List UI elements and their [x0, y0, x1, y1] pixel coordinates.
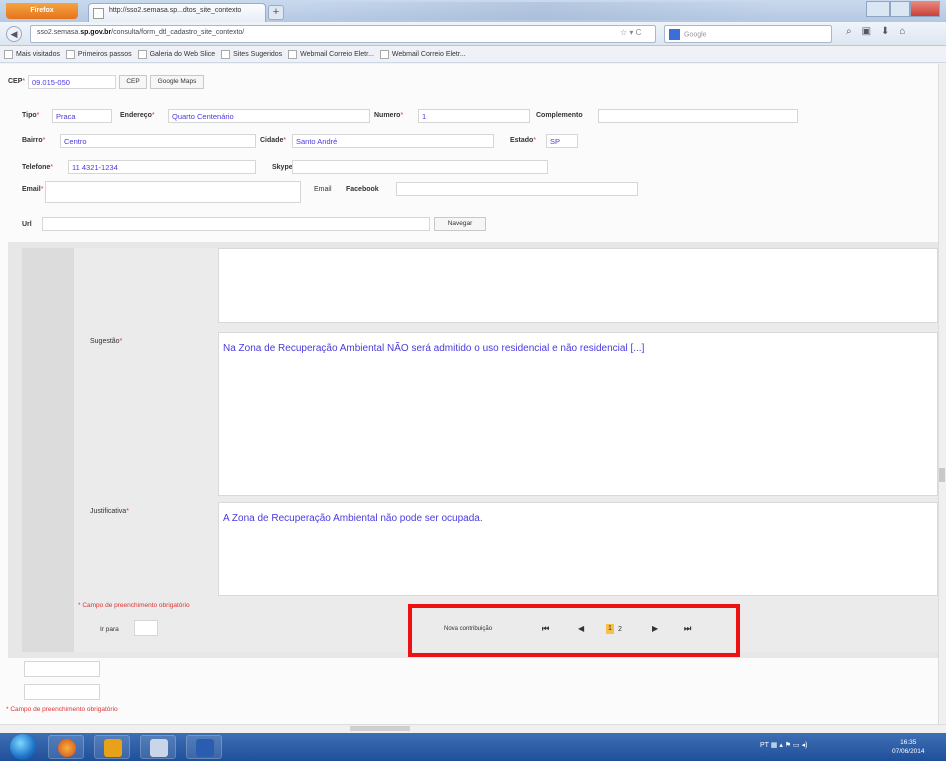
cep-label: CEP*: [8, 78, 26, 85]
app-icon: [150, 739, 168, 757]
telefone-field[interactable]: 11 4321-1234: [68, 160, 256, 174]
word-icon: [196, 739, 214, 757]
facebook-field[interactable]: [396, 182, 638, 196]
bookmark-icon: [65, 50, 75, 59]
url-path: /consulta/form_dtl_cadastro_site_context…: [111, 29, 245, 36]
bookmark-icon: [137, 50, 147, 59]
bookmark-primeiros-passos[interactable]: Primeiros passos: [65, 50, 132, 59]
bookmark-galeria[interactable]: Galeria do Web Slice: [137, 50, 215, 59]
bookmark-sites-sugeridos[interactable]: Sites Sugeridos: [221, 50, 282, 59]
justificativa-textarea[interactable]: A Zona de Recuperação Ambiental não pode…: [218, 502, 938, 596]
bookmark-icon: [4, 50, 13, 59]
bookmark-webmail-1[interactable]: Webmail Correio Eletr...: [288, 50, 374, 59]
numero-label: Numero*: [374, 112, 404, 119]
taskbar-firefox[interactable]: [48, 735, 84, 759]
navegar-button[interactable]: Navegar: [434, 217, 486, 231]
numero-field[interactable]: 1: [418, 109, 530, 123]
pager-highlight-box: [408, 604, 740, 657]
start-button-icon[interactable]: [10, 734, 36, 760]
windows-taskbar: PT ▦ ▴ ⚑ ▭ ◂) 16:35 07/06/2014: [0, 733, 946, 761]
bookmark-mais-visitados[interactable]: Mais visitados: [4, 50, 60, 59]
horizontal-scroll-thumb[interactable]: [350, 726, 410, 731]
tab-favicon-icon: [93, 8, 104, 19]
back-arrow-icon[interactable]: ◀: [6, 26, 22, 42]
complemento-field[interactable]: [598, 109, 798, 123]
url-domain: sp.gov.br: [80, 29, 112, 36]
system-tray[interactable]: PT ▦ ▴ ⚑ ▭ ◂): [760, 741, 807, 749]
taskbar-app[interactable]: [140, 735, 176, 759]
firefox-icon: [58, 739, 76, 757]
url-field[interactable]: [42, 217, 430, 231]
bookmark-icon: [221, 50, 231, 59]
taskbar-outlook[interactable]: [94, 735, 130, 759]
bookmark-icon: [288, 50, 298, 59]
navigation-bar: ◀ sso2.semasa.sp.gov.br/consulta/form_dt…: [0, 22, 946, 46]
skype-label: Skype: [272, 164, 293, 171]
cidade-field[interactable]: Santo André: [292, 134, 494, 148]
url-bar[interactable]: sso2.semasa.sp.gov.br/consulta/form_dtl_…: [30, 25, 656, 43]
skype-field[interactable]: [292, 160, 548, 174]
taskbar-word[interactable]: [186, 735, 222, 759]
bottom-field-1[interactable]: [24, 661, 100, 677]
email-link-label[interactable]: Email: [314, 186, 332, 193]
estado-field[interactable]: SP: [546, 134, 578, 148]
top-text-area[interactable]: [218, 248, 938, 323]
search-placeholder: Google: [684, 31, 707, 39]
email-field[interactable]: [45, 181, 301, 203]
tipo-field[interactable]: Praca: [52, 109, 112, 123]
google-icon: [669, 29, 680, 40]
cep-button[interactable]: CEP: [119, 75, 147, 89]
google-maps-button[interactable]: Google Maps: [150, 75, 204, 89]
maximize-icon[interactable]: [890, 1, 910, 17]
browser-tab[interactable]: http://sso2.semasa.sp...dtos_site_contex…: [88, 3, 266, 22]
cidade-label: Cidade*: [260, 137, 287, 144]
taskbar-clock[interactable]: 16:35 07/06/2014: [892, 738, 925, 756]
new-tab-button[interactable]: +: [268, 5, 284, 20]
estado-label: Estado*: [510, 137, 537, 144]
cep-field[interactable]: 09.015-050: [28, 75, 116, 89]
sugestao-label: Sugestão*: [90, 338, 123, 345]
reload-icon[interactable]: ☆ ▾ C: [620, 28, 641, 37]
footer-required-note: * Campo de preenchimento obrigatório: [6, 706, 118, 713]
bairro-label: Bairro*: [22, 137, 46, 144]
required-note: * Campo de preenchimento obrigatório: [78, 602, 190, 609]
facebook-label: Facebook: [346, 186, 379, 193]
tab-title: http://sso2.semasa.sp...dtos_site_contex…: [109, 7, 242, 14]
justificativa-label: Justificativa*: [90, 508, 129, 515]
bottom-field-2[interactable]: [24, 684, 100, 700]
tipo-label: Tipo*: [22, 112, 40, 119]
endereco-field[interactable]: Quarto Centenário: [168, 109, 370, 123]
telefone-label: Telefone*: [22, 164, 53, 171]
email-label: Email*: [22, 186, 44, 193]
vertical-scrollbar[interactable]: [938, 64, 946, 724]
vertical-scroll-thumb[interactable]: [939, 468, 945, 482]
firefox-menu-button[interactable]: Firefox: [6, 3, 78, 19]
complemento-label: Complemento: [536, 112, 583, 119]
endereco-label: Endereço*: [120, 112, 155, 119]
outlook-icon: [104, 739, 122, 757]
window-controls: [866, 1, 942, 19]
bookmark-webmail-2[interactable]: Webmail Correio Eletr...: [379, 50, 466, 59]
url-prefix: sso2.semasa.: [37, 29, 81, 36]
titlebar-background: [300, 2, 780, 20]
url-label: Url: [22, 221, 32, 228]
toolbar-icons[interactable]: ⌕▣⬇⌂: [846, 26, 942, 37]
minimize-icon[interactable]: [866, 1, 890, 17]
goto-page-input[interactable]: [134, 620, 158, 636]
language-indicator[interactable]: PT: [760, 742, 769, 749]
browser-titlebar: Firefox http://sso2.semasa.sp...dtos_sit…: [0, 0, 946, 22]
bookmarks-bar: Mais visitados Primeiros passos Galeria …: [0, 47, 946, 63]
close-icon[interactable]: [910, 1, 940, 17]
horizontal-scrollbar[interactable]: [0, 724, 946, 733]
bairro-field[interactable]: Centro: [60, 134, 256, 148]
panel-side-strip: [22, 248, 74, 652]
goto-label: Ir para: [100, 626, 119, 633]
sugestao-textarea[interactable]: Na Zona de Recuperação Ambiental NÃO ser…: [218, 332, 938, 496]
search-input[interactable]: Google: [664, 25, 832, 43]
bookmark-icon: [379, 50, 389, 59]
